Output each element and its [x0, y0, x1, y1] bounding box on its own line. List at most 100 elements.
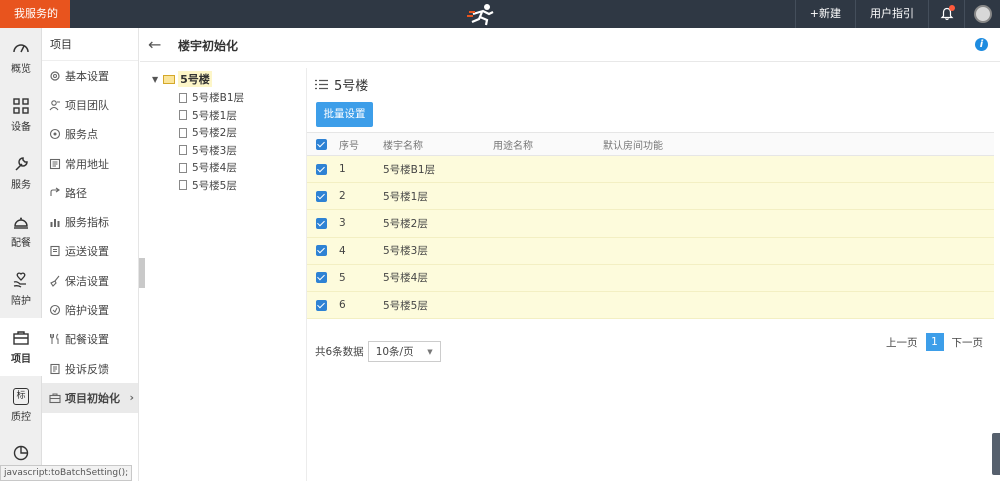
row-checkbox[interactable]	[316, 163, 327, 175]
cell-index: 2	[339, 190, 346, 203]
info-icon[interactable]: i	[975, 38, 988, 51]
brand-tab[interactable]: 我服务的	[0, 0, 70, 28]
cell-index: 6	[339, 299, 346, 312]
submenu-item-label: 陪护设置	[65, 304, 109, 318]
notification-button[interactable]	[928, 0, 964, 28]
floor-list-panel: 5号楼 批量设置 序号 楼宇名称 用途名称 默认房间功能 1 5号楼B1层 2 5号楼…	[306, 68, 994, 481]
submenu-item-cleaning-settings[interactable]: 保洁设置	[42, 266, 138, 295]
cell-building-name: 5号楼B1层	[383, 163, 436, 176]
rail-label: 设备	[11, 122, 31, 133]
next-page-button[interactable]: 下一页	[952, 335, 984, 350]
tree-node[interactable]: 5号楼2层	[179, 125, 237, 140]
pagination: 上一页 1 下一页	[886, 333, 983, 351]
feedback-icon	[50, 363, 60, 374]
sidebar-collapse-handle[interactable]	[139, 258, 145, 288]
row-checkbox[interactable]	[316, 299, 327, 311]
row-checkbox[interactable]	[316, 245, 327, 257]
submenu-item-complaints[interactable]: 投诉反馈	[42, 354, 138, 383]
rail-item-project[interactable]: 项目	[0, 318, 42, 376]
grid-icon	[13, 98, 29, 114]
submenu-item-catering-settings[interactable]: 配餐设置	[42, 325, 138, 354]
new-button[interactable]: +新建	[794, 0, 855, 28]
submenu-item-label: 服务点	[65, 128, 98, 142]
submenu-item-common-addresses[interactable]: 常用地址	[42, 149, 138, 178]
rail-item-catering[interactable]: 配餐	[0, 202, 42, 260]
caret-down-icon: ▼	[427, 347, 433, 356]
target-icon	[49, 129, 61, 140]
select-all-checkbox[interactable]	[316, 138, 327, 150]
caret-down-icon[interactable]: ▼	[152, 75, 158, 84]
cell-index: 4	[339, 244, 346, 257]
submenu-item-label: 路径	[65, 186, 87, 200]
rail-item-overview[interactable]: 概览	[0, 28, 42, 86]
total-count: 共6条数据	[315, 346, 364, 358]
column-header: 序号	[339, 140, 359, 152]
rail-label: 陪护	[11, 296, 31, 307]
side-tool-widget[interactable]	[992, 433, 1000, 475]
table-row[interactable]: 5 5号楼4层	[307, 264, 994, 292]
submenu-item-path[interactable]: 路径	[42, 178, 138, 207]
tree-node[interactable]: 5号楼5层	[179, 178, 237, 193]
table-row[interactable]: 1 5号楼B1层	[307, 156, 994, 184]
submenu-item-nursing-settings[interactable]: 陪护设置	[42, 295, 138, 324]
toolbox-icon	[49, 393, 61, 403]
rail-label: 概览	[11, 64, 31, 75]
row-checkbox[interactable]	[316, 190, 327, 202]
submenu-item-label: 运送设置	[65, 245, 109, 259]
row-checkbox[interactable]	[316, 272, 327, 284]
submenu-item-service-points[interactable]: 服务点	[42, 120, 138, 149]
tree-root-node[interactable]: ▼ 5号楼	[152, 71, 212, 87]
submenu-item-project-team[interactable]: 项目团队	[42, 90, 138, 119]
list-icon	[315, 79, 328, 90]
user-avatar-button[interactable]	[964, 0, 1000, 28]
back-arrow-icon[interactable]: ←	[148, 35, 161, 54]
submenu-item-project-init[interactable]: 项目初始化 ›	[42, 383, 138, 413]
tree-node[interactable]: 5号楼1层	[179, 108, 237, 123]
submenu-item-label: 服务指标	[65, 216, 109, 230]
document-icon	[179, 180, 187, 190]
cell-building-name: 5号楼2层	[383, 217, 428, 230]
table-row[interactable]: 4 5号楼3层	[307, 237, 994, 265]
tree-node[interactable]: 5号楼3层	[179, 143, 237, 158]
submenu-item-label: 常用地址	[65, 157, 109, 171]
user-guide-button[interactable]: 用户指引	[855, 0, 928, 28]
submenu-item-service-metrics[interactable]: 服务指标	[42, 207, 138, 236]
team-icon	[49, 100, 60, 111]
document-icon	[179, 162, 187, 173]
table-row[interactable]: 2 5号楼1层	[307, 183, 994, 211]
document-icon	[179, 92, 187, 103]
batch-setting-button[interactable]: 批量设置	[316, 102, 373, 127]
document-icon	[179, 127, 187, 138]
rail-item-nursing[interactable]: 陪护	[0, 260, 42, 318]
route-icon	[50, 187, 60, 196]
cell-index: 5	[339, 271, 346, 284]
top-bar: 我服务的 +新建 用户指引	[0, 0, 1000, 28]
cell-building-name: 5号楼3层	[383, 245, 428, 258]
avatar	[973, 5, 992, 23]
submenu-item-label: 配餐设置	[65, 333, 109, 347]
prev-page-button[interactable]: 上一页	[886, 335, 918, 350]
document-icon	[50, 246, 60, 257]
cell-building-name: 5号楼5层	[383, 299, 428, 312]
page-size-select[interactable]: 10条/页 ▼	[367, 341, 441, 362]
runner-logo-icon	[467, 4, 494, 26]
address-book-icon	[49, 158, 61, 169]
table-row[interactable]: 3 5号楼2层	[307, 210, 994, 238]
module-rail: 概览 设备 服务 配餐 陪护 项目 标 质控	[0, 28, 42, 481]
cloche-icon	[14, 217, 28, 229]
document-icon	[179, 110, 187, 120]
tree-root-label: 5号楼	[178, 71, 212, 87]
table-row[interactable]: 6 5号楼5层	[307, 291, 994, 320]
submenu-item-transport-settings[interactable]: 运送设置	[42, 237, 138, 266]
rail-item-service[interactable]: 服务	[0, 144, 42, 202]
chevron-right-icon: ›	[129, 391, 134, 405]
tree-node[interactable]: 5号楼B1层	[179, 90, 244, 105]
row-checkbox[interactable]	[316, 217, 327, 229]
page-number-current[interactable]: 1	[925, 333, 944, 351]
rail-item-device[interactable]: 设备	[0, 86, 42, 144]
floor-table: 序号 楼宇名称 用途名称 默认房间功能 1 5号楼B1层 2 5号楼1层 3 5号楼2层 4…	[307, 132, 994, 320]
tree-node[interactable]: 5号楼4层	[179, 160, 237, 175]
rail-label: 项目	[11, 354, 31, 365]
rail-item-quality[interactable]: 标 质控	[0, 376, 42, 434]
submenu-item-basic-settings[interactable]: 基本设置	[42, 61, 138, 90]
